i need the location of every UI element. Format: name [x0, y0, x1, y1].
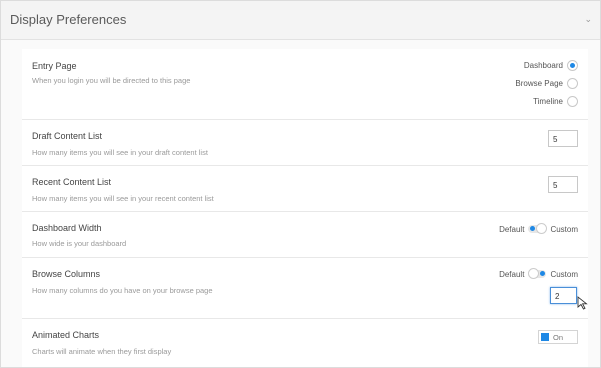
browse-columns-label: Browse Columns [32, 269, 101, 279]
recent-content-row: Recent Content List How many items you w… [22, 166, 588, 212]
entry-page-description: When you login you will be directed to t… [32, 76, 191, 85]
entry-page-label: Entry Page [32, 61, 77, 71]
preferences-content: Entry Page When you login you will be di… [22, 49, 588, 367]
entry-timeline-radio[interactable] [567, 95, 578, 107]
browse-columns-row: Browse Columns How many columns do you h… [22, 258, 588, 319]
entry-page-row: Entry Page When you login you will be di… [22, 49, 588, 120]
toggle-indicator-dot [540, 271, 546, 276]
recent-content-description: How many items you will see in your rece… [32, 194, 214, 203]
draft-content-description: How many items you will see in your draf… [32, 148, 208, 157]
dashboard-width-toggle[interactable] [528, 223, 548, 234]
panel-header[interactable]: Display Preferences ⌄ [1, 1, 600, 40]
chevron-down-icon[interactable]: ⌄ [584, 14, 592, 25]
browse-columns-custom-label: Custom [550, 269, 578, 279]
dashboard-width-default-label: Default [499, 224, 525, 234]
mouse-pointer-icon [577, 296, 588, 310]
toggle-indicator-dot [530, 226, 536, 231]
animated-charts-description: Charts will animate when they first disp… [32, 347, 172, 356]
dashboard-width-switch[interactable]: Default Custom [499, 223, 578, 235]
display-preferences-panel: Display Preferences ⌄ Entry Page When yo… [0, 0, 601, 368]
browse-columns-default-label: Default [499, 269, 525, 279]
dashboard-width-custom-label: Custom [550, 224, 578, 234]
draft-content-row: Draft Content List How many items you wi… [22, 120, 588, 166]
dashboard-width-description: How wide is your dashboard [32, 239, 127, 248]
animated-charts-toggle[interactable]: On [538, 330, 578, 344]
toggle-knob[interactable] [528, 268, 540, 279]
entry-option-dashboard-label: Dashboard [523, 60, 563, 70]
dashboard-width-row: Dashboard Width How wide is your dashboa… [22, 212, 588, 258]
entry-option-browse-page-label: Browse Page [515, 78, 563, 88]
entry-option-timeline-label: Timeline [533, 96, 563, 106]
entry-browse-page-radio[interactable] [567, 77, 578, 89]
browse-columns-switch[interactable]: Default Custom [499, 268, 578, 280]
entry-dashboard-radio[interactable] [567, 59, 578, 71]
browse-columns-input[interactable]: 2 [550, 287, 577, 304]
browse-columns-toggle[interactable] [528, 268, 547, 279]
draft-content-label: Draft Content List [32, 131, 103, 141]
browse-columns-description: How many columns do you have on your bro… [32, 286, 213, 295]
dashboard-width-label: Dashboard Width [32, 223, 102, 233]
recent-content-label: Recent Content List [32, 177, 112, 187]
animated-charts-row: Animated Charts Charts will animate when… [22, 319, 588, 365]
panel-title: Display Preferences [10, 12, 127, 27]
recent-content-input[interactable]: 5 [548, 176, 578, 193]
entry-option-dashboard[interactable]: Dashboard [524, 58, 578, 72]
toggle-knob[interactable] [536, 223, 548, 234]
animated-charts-toggle-label: On [553, 332, 564, 342]
animated-charts-label: Animated Charts [32, 330, 100, 340]
draft-content-input[interactable]: 5 [548, 130, 578, 147]
entry-option-browse-page[interactable]: Browse Page [515, 76, 578, 90]
entry-option-timeline[interactable]: Timeline [533, 94, 578, 108]
toggle-on-indicator [541, 333, 549, 341]
